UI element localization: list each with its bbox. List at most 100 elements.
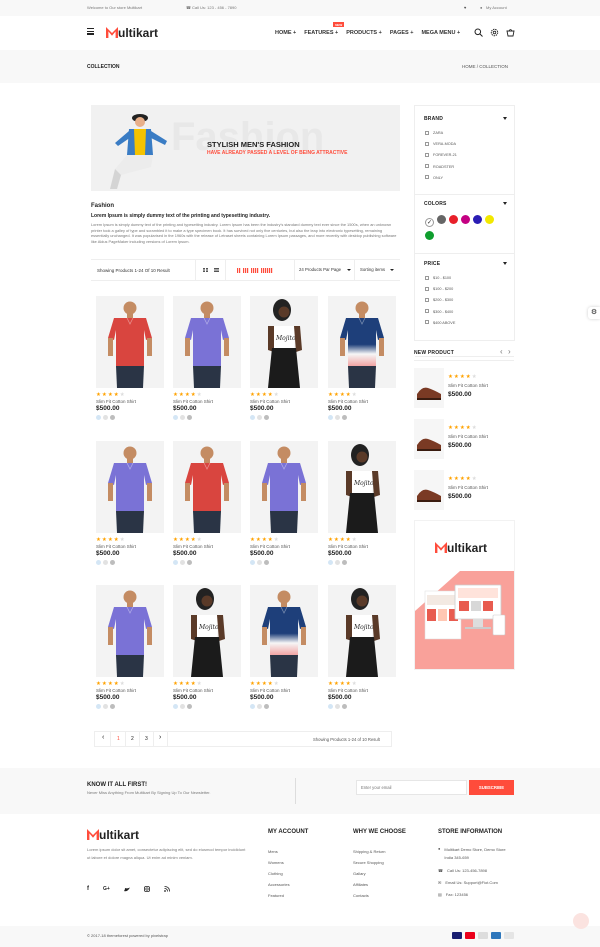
color-option[interactable] <box>173 704 178 709</box>
color-option[interactable] <box>264 560 269 565</box>
footer-link[interactable]: Womens <box>268 857 290 868</box>
chevron-down-icon[interactable] <box>503 117 507 120</box>
facebook-icon[interactable]: f <box>87 886 89 892</box>
nav-products[interactable]: PRODUCTS + <box>346 30 382 36</box>
color-option[interactable] <box>96 560 101 565</box>
page-3-button[interactable]: 3 <box>145 736 148 742</box>
brand-option[interactable]: ONLY <box>425 175 457 186</box>
color-option[interactable] <box>180 560 185 565</box>
chevron-right-icon[interactable]: › <box>508 347 511 356</box>
chevron-down-icon[interactable] <box>347 269 351 271</box>
instagram-icon[interactable] <box>143 886 150 892</box>
product-card[interactable]: ★★★★★ Slim Fit Cotton Shirt $500.00 <box>96 296 164 420</box>
price-option[interactable]: $200 - $300 <box>425 297 455 308</box>
product-name[interactable]: Slim Fit Cotton Shirt <box>96 399 164 404</box>
chevron-down-icon[interactable] <box>390 269 394 271</box>
price-option[interactable]: $300 - $400 <box>425 309 455 320</box>
product-image[interactable]: Mojito <box>328 585 396 677</box>
color-option[interactable] <box>110 415 115 420</box>
price-option[interactable]: $10 - $100 <box>425 275 455 286</box>
column-layout-icons[interactable] <box>237 267 275 273</box>
color-option[interactable] <box>335 704 340 709</box>
newsletter-email-input[interactable] <box>356 780 467 795</box>
product-name[interactable]: Slim Fit Cotton Shirt <box>96 544 164 549</box>
product-card[interactable]: ★★★★★ Slim Fit Cotton Shirt $500.00 <box>173 296 241 420</box>
shoe-image[interactable] <box>414 368 444 408</box>
color-swatch[interactable] <box>485 215 494 224</box>
subscribe-button[interactable]: SUBSCRIBE <box>469 780 514 795</box>
footer-link[interactable]: Secure Shopping <box>353 857 385 868</box>
color-option[interactable] <box>335 560 340 565</box>
shoe-image[interactable] <box>414 470 444 510</box>
side-ad-banner[interactable]: ultikart <box>414 520 515 670</box>
rss-icon[interactable] <box>163 886 170 892</box>
prev-page-button[interactable]: ‹ <box>102 734 104 741</box>
settings-gear-icon[interactable]: ⚙ <box>588 307 600 319</box>
product-image[interactable]: Mojito <box>250 296 318 388</box>
color-swatch[interactable] <box>437 215 446 224</box>
color-option[interactable] <box>328 415 333 420</box>
color-option[interactable] <box>264 415 269 420</box>
footer-link[interactable]: Accessories <box>268 879 290 890</box>
brand-option[interactable]: FOREVER-21 <box>425 152 457 163</box>
footer-link[interactable]: Contacts <box>353 890 385 901</box>
color-swatch[interactable]: ✓ <box>425 218 434 227</box>
product-card[interactable]: ★★★★★ Slim Fit Cotton Shirt $500.00 <box>96 441 164 565</box>
price-option[interactable]: $100 - $200 <box>425 286 455 297</box>
color-option[interactable] <box>180 704 185 709</box>
footer-link[interactable]: Shipping & Return <box>353 846 385 857</box>
breadcrumb-home[interactable]: HOME <box>462 64 476 69</box>
color-option[interactable] <box>250 560 255 565</box>
product-card[interactable]: ★★★★★ Slim Fit Cotton Shirt $500.00 <box>250 441 318 565</box>
color-option[interactable] <box>342 704 347 709</box>
new-product-item[interactable]: ★★★★★ Slim Fit Cotton Shirt $500.00 <box>414 417 514 461</box>
product-name[interactable]: Slim Fit Cotton Shirt <box>328 688 396 693</box>
collection-banner[interactable]: Fashion STYLISH MEN'S FASHION HAVE ALREA… <box>91 105 400 191</box>
new-product-item[interactable]: ★★★★★ Slim Fit Cotton Shirt $500.00 <box>414 366 514 410</box>
color-option[interactable] <box>264 704 269 709</box>
color-swatch[interactable] <box>425 231 434 240</box>
color-swatch[interactable] <box>449 215 458 224</box>
color-swatch[interactable] <box>461 215 470 224</box>
sorting-select[interactable]: Sorting items <box>360 267 385 272</box>
per-page-select[interactable]: 24 Products Par Page <box>299 267 341 272</box>
brand-filter-title[interactable]: BRAND <box>424 116 443 122</box>
twitter-icon[interactable] <box>123 887 130 892</box>
footer-link[interactable]: Mens <box>268 846 290 857</box>
product-image[interactable] <box>173 296 241 388</box>
site-logo[interactable]: ultikart <box>106 26 158 40</box>
product-card[interactable]: Mojito ★★★★★ Slim Fit Cotton Shirt $500.… <box>328 441 396 565</box>
product-name[interactable]: Slim Fit Cotton Shirt <box>250 688 318 693</box>
grid-view-icon[interactable] <box>203 268 208 272</box>
color-option[interactable] <box>173 415 178 420</box>
color-option[interactable] <box>187 704 192 709</box>
product-image[interactable] <box>96 441 164 533</box>
product-name[interactable]: Slim Fit Cotton Shirt <box>448 383 488 388</box>
shoe-image[interactable] <box>414 419 444 459</box>
product-image[interactable] <box>96 585 164 677</box>
list-view-icon[interactable] <box>214 268 219 272</box>
color-option[interactable] <box>103 560 108 565</box>
color-option[interactable] <box>110 560 115 565</box>
product-image[interactable] <box>96 296 164 388</box>
gear-icon[interactable] <box>490 28 499 37</box>
product-name[interactable]: Slim Fit Cotton Shirt <box>448 485 488 490</box>
nav-features[interactable]: FEATURES + NEW <box>304 22 345 36</box>
heart-icon[interactable]: ♥ <box>464 0 466 16</box>
page-2-button[interactable]: 2 <box>131 736 134 742</box>
page-1-button[interactable]: 1 <box>117 736 120 742</box>
color-option[interactable] <box>250 415 255 420</box>
product-image[interactable] <box>328 296 396 388</box>
color-option[interactable] <box>110 704 115 709</box>
product-image[interactable]: Mojito <box>328 441 396 533</box>
color-option[interactable] <box>180 415 185 420</box>
store-email[interactable]: Email Us: Support@Fiot.Com <box>445 880 498 892</box>
new-product-item[interactable]: ★★★★★ Slim Fit Cotton Shirt $500.00 <box>414 468 514 512</box>
product-image[interactable] <box>250 441 318 533</box>
color-option[interactable] <box>96 704 101 709</box>
color-option[interactable] <box>328 704 333 709</box>
nav-pages[interactable]: PAGES + <box>390 30 414 36</box>
product-image[interactable] <box>250 585 318 677</box>
product-name[interactable]: Slim Fit Cotton Shirt <box>328 544 396 549</box>
color-option[interactable] <box>187 560 192 565</box>
